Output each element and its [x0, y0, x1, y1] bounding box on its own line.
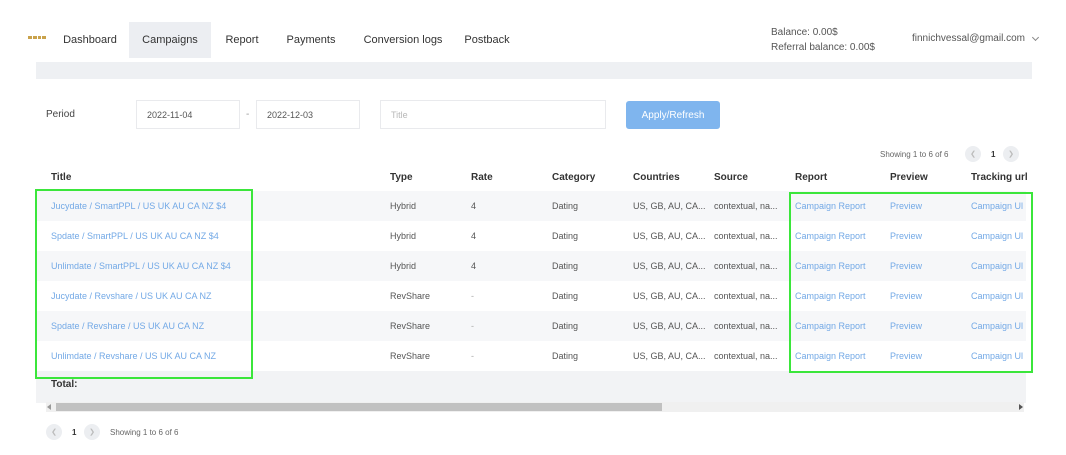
campaign-rate: 4 — [471, 201, 477, 211]
campaign-source: contextual, na... — [714, 351, 778, 361]
campaign-category: Dating — [552, 351, 579, 361]
campaign-countries: US, GB, AU, CA... — [633, 231, 706, 241]
title-search-input[interactable] — [380, 100, 606, 129]
user-email: finnichvessal@gmail.com — [912, 33, 1025, 44]
period-label: Period — [46, 109, 75, 120]
campaign-category: Dating — [552, 321, 579, 331]
apply-refresh-button[interactable]: Apply/Refresh — [626, 101, 720, 129]
column-header-countries[interactable]: Countries — [633, 172, 680, 183]
campaign-source: contextual, na... — [714, 231, 778, 241]
nav-payments[interactable]: Payments — [281, 22, 341, 58]
campaign-rate: 4 — [471, 231, 477, 241]
chevron-left-icon[interactable]: ❮ — [965, 146, 981, 162]
nav-postback[interactable]: Postback — [460, 22, 514, 58]
campaign-type: RevShare — [390, 321, 431, 331]
highlight-box-links — [789, 192, 1033, 373]
horizontal-scrollbar[interactable] — [46, 402, 1024, 412]
campaign-source: contextual, na... — [714, 321, 778, 331]
chevron-right-icon[interactable]: ❯ — [1003, 146, 1019, 162]
column-header-type[interactable]: Type — [390, 172, 413, 183]
campaign-rate: - — [471, 291, 474, 301]
campaign-category: Dating — [552, 291, 579, 301]
page-number-bottom[interactable]: 1 — [72, 428, 76, 437]
campaign-category: Dating — [552, 231, 579, 241]
column-header-tracking-url[interactable]: Tracking url — [971, 172, 1028, 183]
campaign-countries: US, GB, AU, CA... — [633, 351, 706, 361]
total-label: Total: — [51, 379, 78, 390]
chevron-right-icon[interactable]: ❯ — [84, 424, 100, 440]
highlight-box-titles — [35, 189, 253, 379]
scroll-right-icon[interactable] — [1019, 404, 1023, 410]
campaign-category: Dating — [552, 261, 579, 271]
balance-text: Balance: 0.00$ — [771, 27, 838, 38]
campaign-source: contextual, na... — [714, 261, 778, 271]
campaign-source: contextual, na... — [714, 201, 778, 211]
column-header-source[interactable]: Source — [714, 172, 748, 183]
showing-count-bottom: Showing 1 to 6 of 6 — [110, 428, 179, 437]
scroll-left-icon[interactable] — [47, 404, 51, 410]
date-from-input[interactable]: 2022-11-04 — [136, 100, 240, 129]
user-menu[interactable]: finnichvessal@gmail.com — [912, 33, 1040, 44]
column-header-report[interactable]: Report — [795, 172, 827, 183]
campaign-source: contextual, na... — [714, 291, 778, 301]
campaign-rate: - — [471, 351, 474, 361]
nav-campaigns[interactable]: Campaigns — [129, 22, 211, 58]
campaign-type: Hybrid — [390, 201, 417, 211]
campaign-countries: US, GB, AU, CA... — [633, 261, 706, 271]
chevron-down-icon — [1031, 33, 1040, 41]
campaign-type: Hybrid — [390, 231, 417, 241]
page-number-top[interactable]: 1 — [991, 150, 995, 159]
campaign-rate: 4 — [471, 261, 477, 271]
brand-logo[interactable] — [28, 36, 46, 40]
campaign-rate: - — [471, 321, 474, 331]
referral-balance-text: Referral balance: 0.00$ — [771, 42, 875, 53]
column-header-preview[interactable]: Preview — [890, 172, 928, 183]
nav-report[interactable]: Report — [220, 22, 264, 58]
column-header-category[interactable]: Category — [552, 172, 595, 183]
section-divider — [36, 62, 1032, 79]
nav-conversion-logs[interactable]: Conversion logs — [358, 22, 448, 58]
campaign-countries: US, GB, AU, CA... — [633, 321, 706, 331]
campaign-type: RevShare — [390, 351, 431, 361]
campaign-category: Dating — [552, 201, 579, 211]
scrollbar-thumb[interactable] — [56, 403, 662, 411]
top-navigation: Dashboard Campaigns Report Payments Conv… — [0, 0, 1066, 62]
column-header-title[interactable]: Title — [51, 172, 71, 183]
date-to-input[interactable]: 2022-12-03 — [256, 100, 360, 129]
nav-dashboard[interactable]: Dashboard — [58, 22, 122, 58]
chevron-left-icon[interactable]: ❮ — [46, 424, 62, 440]
campaign-type: RevShare — [390, 291, 431, 301]
campaign-countries: US, GB, AU, CA... — [633, 291, 706, 301]
balance-info: Balance: 0.00$ Referral balance: 0.00$ — [771, 25, 875, 55]
campaign-countries: US, GB, AU, CA... — [633, 201, 706, 211]
column-header-rate[interactable]: Rate — [471, 172, 493, 183]
date-separator: - — [246, 109, 250, 120]
campaign-type: Hybrid — [390, 261, 417, 271]
showing-count-top: Showing 1 to 6 of 6 — [880, 150, 949, 159]
table-header: Title Type Rate Category Countries Sourc… — [36, 166, 1028, 191]
